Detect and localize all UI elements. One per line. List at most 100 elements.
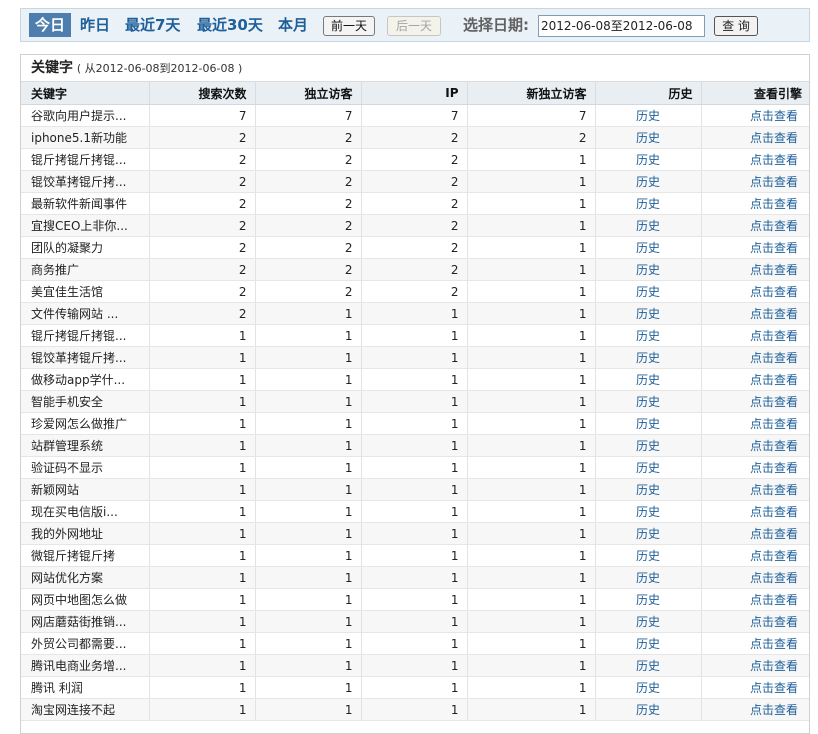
searches-cell: 2 bbox=[149, 170, 256, 193]
view-engine-link[interactable]: 点击查看 bbox=[701, 478, 809, 501]
view-engine-link[interactable]: 点击查看 bbox=[701, 698, 809, 721]
last-30-days-link[interactable]: 最近30天 bbox=[197, 13, 263, 37]
ip-cell: 1 bbox=[361, 478, 468, 501]
history-link[interactable]: 历史 bbox=[595, 280, 702, 303]
history-link[interactable]: 历史 bbox=[595, 126, 702, 149]
history-link[interactable]: 历史 bbox=[595, 170, 702, 193]
unique-visitors-cell: 2 bbox=[255, 236, 362, 259]
history-link[interactable]: 历史 bbox=[595, 192, 702, 215]
history-link[interactable]: 历史 bbox=[595, 676, 702, 699]
view-engine-link[interactable]: 点击查看 bbox=[701, 324, 809, 347]
history-link[interactable]: 历史 bbox=[595, 412, 702, 435]
history-link[interactable]: 历史 bbox=[595, 368, 702, 391]
column-header-new-visitors[interactable]: 新独立访客 bbox=[467, 82, 596, 105]
keyword-cell: 谷歌向用户提示... bbox=[21, 104, 150, 127]
history-link[interactable]: 历史 bbox=[595, 588, 702, 611]
view-engine-link[interactable]: 点击查看 bbox=[701, 390, 809, 413]
unique-visitors-cell: 1 bbox=[255, 412, 362, 435]
keyword-cell: 文件传输网站 ... bbox=[21, 302, 150, 325]
unique-visitors-cell: 2 bbox=[255, 170, 362, 193]
view-engine-link[interactable]: 点击查看 bbox=[701, 346, 809, 369]
history-link[interactable]: 历史 bbox=[595, 390, 702, 413]
history-link[interactable]: 历史 bbox=[595, 478, 702, 501]
history-link[interactable]: 历史 bbox=[595, 104, 702, 127]
view-engine-link[interactable]: 点击查看 bbox=[701, 610, 809, 633]
keyword-cell: 验证码不显示 bbox=[21, 456, 150, 479]
searches-cell: 1 bbox=[149, 390, 256, 413]
history-link[interactable]: 历史 bbox=[595, 346, 702, 369]
view-engine-link[interactable]: 点击查看 bbox=[701, 214, 809, 237]
date-range-input[interactable]: 2012-06-08至2012-06-08 bbox=[538, 15, 705, 37]
view-engine-link[interactable]: 点击查看 bbox=[701, 500, 809, 523]
next-day-button[interactable]: 后一天 bbox=[387, 16, 441, 36]
keyword-cell: 做移动app学什... bbox=[21, 368, 150, 391]
new-visitors-cell: 1 bbox=[467, 412, 596, 435]
column-header-searches[interactable]: 搜索次数 bbox=[149, 82, 256, 105]
column-header-ip[interactable]: IP bbox=[361, 82, 468, 105]
history-link[interactable]: 历史 bbox=[595, 500, 702, 523]
view-engine-link[interactable]: 点击查看 bbox=[701, 434, 809, 457]
history-link[interactable]: 历史 bbox=[595, 698, 702, 721]
keyword-cell: 网页中地图怎么做 bbox=[21, 588, 150, 611]
history-link[interactable]: 历史 bbox=[595, 302, 702, 325]
ip-cell: 1 bbox=[361, 544, 468, 567]
ip-cell: 2 bbox=[361, 280, 468, 303]
column-header-keyword[interactable]: 关键字 bbox=[21, 82, 150, 105]
column-header-engine: 查看引擎 bbox=[701, 82, 809, 105]
view-engine-link[interactable]: 点击查看 bbox=[701, 104, 809, 127]
history-link[interactable]: 历史 bbox=[595, 654, 702, 677]
history-link[interactable]: 历史 bbox=[595, 456, 702, 479]
table-row: 网页中地图怎么做 1 1 1 1 历史 点击查看 bbox=[21, 588, 809, 611]
keyword-table: 关键字 搜索次数 独立访客 IP 新独立访客 历史 查看引擎 谷歌向用户提示..… bbox=[21, 82, 809, 721]
view-engine-link[interactable]: 点击查看 bbox=[701, 676, 809, 699]
new-visitors-cell: 1 bbox=[467, 610, 596, 633]
history-link[interactable]: 历史 bbox=[595, 236, 702, 259]
view-engine-link[interactable]: 点击查看 bbox=[701, 192, 809, 215]
new-visitors-cell: 1 bbox=[467, 280, 596, 303]
history-link[interactable]: 历史 bbox=[595, 610, 702, 633]
view-engine-link[interactable]: 点击查看 bbox=[701, 126, 809, 149]
unique-visitors-cell: 1 bbox=[255, 346, 362, 369]
yesterday-link[interactable]: 昨日 bbox=[80, 13, 110, 37]
view-engine-link[interactable]: 点击查看 bbox=[701, 280, 809, 303]
view-engine-link[interactable]: 点击查看 bbox=[701, 236, 809, 259]
view-engine-link[interactable]: 点击查看 bbox=[701, 456, 809, 479]
view-engine-link[interactable]: 点击查看 bbox=[701, 588, 809, 611]
view-engine-link[interactable]: 点击查看 bbox=[701, 148, 809, 171]
view-engine-link[interactable]: 点击查看 bbox=[701, 544, 809, 567]
history-link[interactable]: 历史 bbox=[595, 258, 702, 281]
history-link[interactable]: 历史 bbox=[595, 434, 702, 457]
history-link[interactable]: 历史 bbox=[595, 522, 702, 545]
history-link[interactable]: 历史 bbox=[595, 566, 702, 589]
history-link[interactable]: 历史 bbox=[595, 148, 702, 171]
view-engine-link[interactable]: 点击查看 bbox=[701, 412, 809, 435]
view-engine-link[interactable]: 点击查看 bbox=[701, 632, 809, 655]
view-engine-link[interactable]: 点击查看 bbox=[701, 258, 809, 281]
view-engine-link[interactable]: 点击查看 bbox=[701, 522, 809, 545]
view-engine-link[interactable]: 点击查看 bbox=[701, 170, 809, 193]
history-link[interactable]: 历史 bbox=[595, 214, 702, 237]
new-visitors-cell: 1 bbox=[467, 390, 596, 413]
this-month-link[interactable]: 本月 bbox=[278, 13, 308, 37]
history-link[interactable]: 历史 bbox=[595, 632, 702, 655]
view-engine-link[interactable]: 点击查看 bbox=[701, 566, 809, 589]
keyword-cell: 锟斤拷锟斤拷锟... bbox=[21, 148, 150, 171]
table-row: 文件传输网站 ... 2 1 1 1 历史 点击查看 bbox=[21, 302, 809, 325]
view-engine-link[interactable]: 点击查看 bbox=[701, 654, 809, 677]
searches-cell: 1 bbox=[149, 566, 256, 589]
last-7-days-link[interactable]: 最近7天 bbox=[125, 13, 180, 37]
searches-cell: 1 bbox=[149, 478, 256, 501]
view-engine-link[interactable]: 点击查看 bbox=[701, 368, 809, 391]
history-link[interactable]: 历史 bbox=[595, 324, 702, 347]
column-header-history: 历史 bbox=[595, 82, 702, 105]
ip-cell: 1 bbox=[361, 676, 468, 699]
searches-cell: 1 bbox=[149, 456, 256, 479]
history-link[interactable]: 历史 bbox=[595, 544, 702, 567]
table-row: iphone5.1新功能 2 2 2 2 历史 点击查看 bbox=[21, 126, 809, 149]
today-tab[interactable]: 今日 bbox=[29, 13, 71, 37]
keyword-cell: 智能手机安全 bbox=[21, 390, 150, 413]
column-header-unique-visitors[interactable]: 独立访客 bbox=[255, 82, 362, 105]
view-engine-link[interactable]: 点击查看 bbox=[701, 302, 809, 325]
query-button[interactable]: 查 询 bbox=[714, 16, 758, 36]
prev-day-button[interactable]: 前一天 bbox=[323, 16, 375, 36]
